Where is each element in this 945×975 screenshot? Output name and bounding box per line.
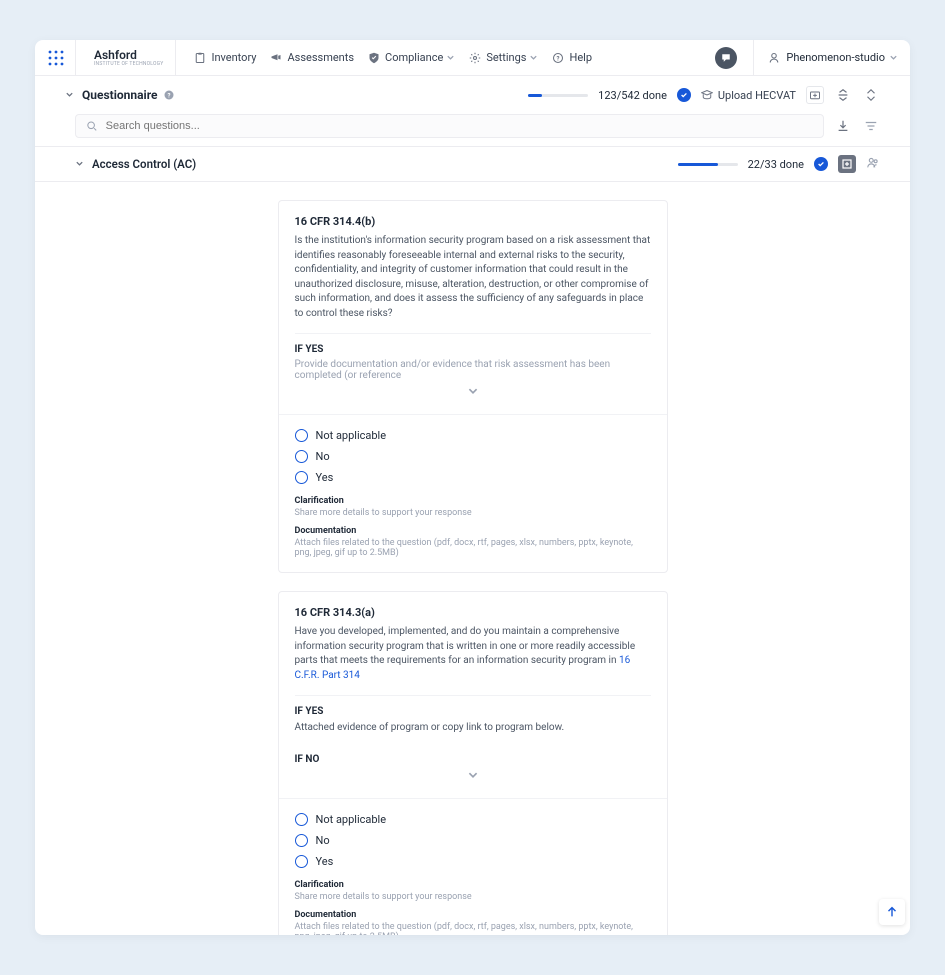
option-not-applicable[interactable]: Not applicable xyxy=(295,809,651,830)
documentation-hint: Attach files related to the question (pd… xyxy=(295,538,651,558)
sort-icon xyxy=(864,88,878,102)
chevron-down-icon xyxy=(75,158,84,171)
documentation-header: Documentation xyxy=(295,526,651,536)
clarification-hint: Share more details to support your respo… xyxy=(295,508,651,518)
page-title: Questionnaire ? xyxy=(82,88,175,102)
documentation-header: Documentation xyxy=(295,910,651,920)
user-icon xyxy=(768,52,780,64)
clipboard-icon xyxy=(194,52,206,64)
people-icon xyxy=(866,156,880,170)
clarification-header: Clarification xyxy=(295,496,651,506)
chat-button[interactable] xyxy=(715,47,737,69)
section-access-control[interactable]: Access Control (AC) 22/33 done xyxy=(35,146,910,182)
chevron-down-icon xyxy=(446,53,455,62)
search-icon xyxy=(86,120,98,132)
search-input-container[interactable] xyxy=(75,114,824,138)
collapse-all-button[interactable] xyxy=(834,86,852,104)
option-yes[interactable]: Yes xyxy=(295,851,651,872)
expand-button[interactable] xyxy=(295,765,651,788)
add-folder-button[interactable] xyxy=(806,86,824,104)
help-icon[interactable]: ? xyxy=(163,89,175,101)
sort-button[interactable] xyxy=(862,86,880,104)
radio-icon xyxy=(295,450,308,463)
arrow-up-icon xyxy=(885,905,899,919)
radio-icon xyxy=(295,855,308,868)
filter-button[interactable] xyxy=(862,117,880,135)
megaphone-icon xyxy=(270,52,282,64)
user-menu[interactable]: Phenomenon-studio xyxy=(753,40,898,75)
app-logo[interactable] xyxy=(47,40,76,75)
note-plus-icon xyxy=(842,159,852,169)
nav-help[interactable]: ? Help xyxy=(552,51,592,64)
nav-inventory[interactable]: Inventory xyxy=(194,51,256,64)
nav-settings[interactable]: Settings xyxy=(469,51,538,64)
option-not-applicable[interactable]: Not applicable xyxy=(295,425,651,446)
section-progress-bar xyxy=(678,163,738,166)
if-yes-text: Attached evidence of program or copy lin… xyxy=(295,721,651,736)
radio-icon xyxy=(295,834,308,847)
if-yes-header: IF YES xyxy=(295,695,651,717)
download-button[interactable] xyxy=(834,117,852,135)
filter-icon xyxy=(864,119,878,133)
section-title: Access Control (AC) xyxy=(92,157,196,171)
check-icon xyxy=(817,160,825,168)
svg-text:?: ? xyxy=(557,55,560,62)
radio-icon xyxy=(295,429,308,442)
chevron-down-icon xyxy=(889,53,898,62)
option-no[interactable]: No xyxy=(295,830,651,851)
logo-icon xyxy=(47,49,65,67)
option-no[interactable]: No xyxy=(295,446,651,467)
folder-plus-icon xyxy=(809,89,821,101)
add-note-button[interactable] xyxy=(838,155,856,173)
check-icon xyxy=(680,91,688,99)
if-yes-text: Provide documentation and/or evidence th… xyxy=(295,359,651,381)
chat-icon xyxy=(720,52,732,64)
question-card: 16 CFR 314.3(a) Have you developed, impl… xyxy=(278,591,668,935)
scroll-top-button[interactable] xyxy=(879,899,905,925)
download-icon xyxy=(836,119,850,133)
clarification-header: Clarification xyxy=(295,880,651,890)
nav-compliance[interactable]: Compliance xyxy=(368,51,455,64)
top-nav: Ashford INSTITUTE OF TECHNOLOGY Inventor… xyxy=(35,40,910,76)
status-badge xyxy=(814,157,828,171)
question-code: 16 CFR 314.3(a) xyxy=(295,606,651,619)
if-yes-header: IF YES xyxy=(295,333,651,355)
option-yes[interactable]: Yes xyxy=(295,467,651,488)
radio-icon xyxy=(295,471,308,484)
question-text: Have you developed, implemented, and do … xyxy=(295,625,651,683)
questionnaire-header: Questionnaire ? 123/542 done Upload HECV… xyxy=(35,76,910,114)
graduation-cap-icon xyxy=(701,89,713,101)
search-row xyxy=(35,114,910,138)
assign-button[interactable] xyxy=(866,156,880,173)
chevron-down-icon[interactable] xyxy=(65,89,74,102)
brand[interactable]: Ashford INSTITUTE OF TECHNOLOGY xyxy=(82,40,176,75)
chevron-down-icon xyxy=(467,385,479,397)
shield-icon xyxy=(368,52,380,64)
if-no-header: IF NO xyxy=(295,748,651,765)
expand-button[interactable] xyxy=(295,381,651,404)
search-input[interactable] xyxy=(106,120,813,132)
chevron-down-icon xyxy=(529,53,538,62)
status-badge xyxy=(677,88,691,102)
chevron-down-icon xyxy=(467,769,479,781)
radio-icon xyxy=(295,813,308,826)
question-card: 16 CFR 314.4(b) Is the institution's inf… xyxy=(278,200,668,573)
help-icon: ? xyxy=(552,52,564,64)
overall-progress-bar xyxy=(528,94,588,97)
collapse-icon xyxy=(836,88,850,102)
overall-progress-text: 123/542 done xyxy=(598,89,667,102)
brand-name: Ashford xyxy=(94,49,163,61)
brand-sub: INSTITUTE OF TECHNOLOGY xyxy=(94,61,163,67)
nav-assessments[interactable]: Assessments xyxy=(270,51,354,64)
clarification-hint: Share more details to support your respo… xyxy=(295,892,651,902)
section-progress-text: 22/33 done xyxy=(748,158,804,171)
question-text: Is the institution's information securit… xyxy=(295,234,651,321)
documentation-hint: Attach files related to the question (pd… xyxy=(295,922,651,936)
question-code: 16 CFR 314.4(b) xyxy=(295,215,651,228)
upload-hecvat-button[interactable]: Upload HECVAT xyxy=(701,89,796,102)
svg-text:?: ? xyxy=(168,92,171,99)
gear-icon xyxy=(469,52,481,64)
